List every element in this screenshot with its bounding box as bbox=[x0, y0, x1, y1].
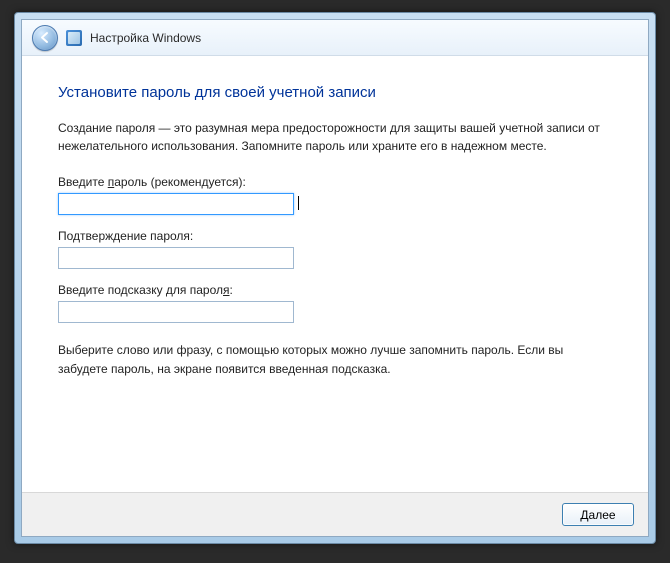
password-input[interactable] bbox=[58, 193, 294, 215]
window-title: Настройка Windows bbox=[90, 31, 201, 45]
arrow-left-icon bbox=[39, 31, 52, 44]
label-text: Введите подсказку для парол bbox=[58, 283, 223, 297]
password-label: Введите пароль (рекомендуется): bbox=[58, 175, 612, 189]
page-heading: Установите пароль для своей учетной запи… bbox=[58, 84, 612, 101]
hint-description: Выберите слово или фразу, с помощью кото… bbox=[58, 341, 612, 378]
label-text: Введите bbox=[58, 175, 108, 189]
confirm-input[interactable] bbox=[58, 247, 294, 269]
label-text: ароль (рекомендуется): bbox=[114, 175, 246, 189]
setup-window: Настройка Windows Установите пароль для … bbox=[14, 12, 656, 544]
label-text: : bbox=[230, 283, 233, 297]
password-field-group: Введите пароль (рекомендуется): bbox=[58, 175, 612, 215]
hint-label: Введите подсказку для пароля: bbox=[58, 283, 612, 297]
window-inner: Настройка Windows Установите пароль для … bbox=[21, 19, 649, 537]
content-area: Установите пароль для своей учетной запи… bbox=[22, 56, 648, 492]
intro-text: Создание пароля — это разумная мера пред… bbox=[58, 119, 612, 155]
back-button[interactable] bbox=[32, 25, 58, 51]
confirm-field-group: Подтверждение пароля: bbox=[58, 229, 612, 269]
text-caret bbox=[298, 196, 299, 210]
window-header: Настройка Windows bbox=[22, 20, 648, 56]
confirm-label: Подтверждение пароля: bbox=[58, 229, 612, 243]
next-button[interactable]: Далее bbox=[562, 503, 634, 526]
setup-icon bbox=[66, 30, 82, 46]
footer-bar: Далее bbox=[22, 492, 648, 536]
hint-input[interactable] bbox=[58, 301, 294, 323]
hint-field-group: Введите подсказку для пароля: bbox=[58, 283, 612, 323]
